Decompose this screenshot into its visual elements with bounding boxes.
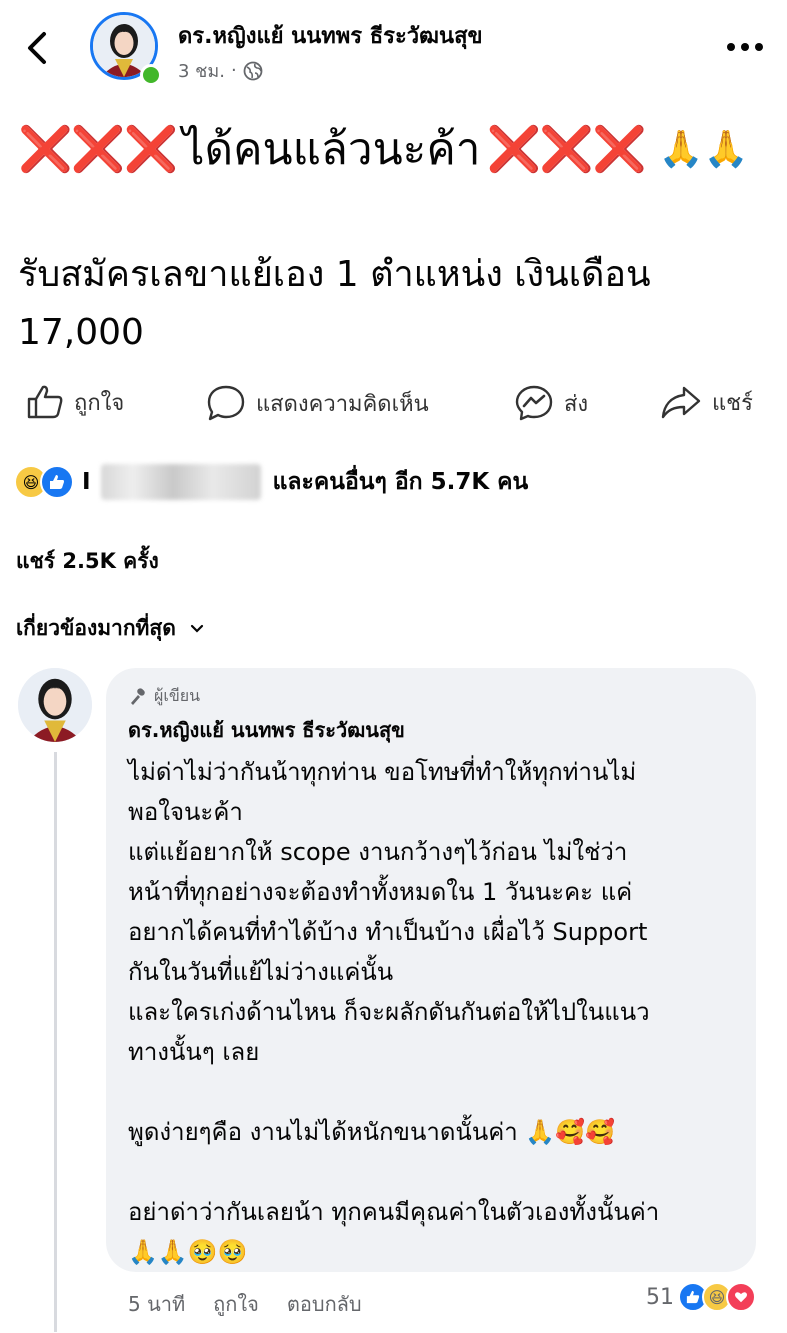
comment-line: และใครเก่งด้านไหน ก็จะผลักดันกันต่อให้ไป… — [128, 998, 650, 1026]
microphone-icon — [131, 687, 145, 705]
post-time[interactable]: 3 ชม. — [178, 56, 225, 85]
comment-line: อยากได้คนที่ทำได้บ้าง ทำเป็นบ้าง เผื่อไว… — [128, 918, 648, 946]
avatar-portrait — [18, 668, 92, 742]
comment-line: ทางนั้นๆ เลย — [128, 1038, 260, 1066]
comment-sort-dropdown[interactable]: เกี่ยวข้องมากที่สุด — [16, 612, 204, 645]
comment-reaction-count: 51 — [646, 1284, 674, 1310]
globe-icon — [243, 61, 263, 80]
comment-text: ไม่ด่าไม่ว่ากันน้าทุกท่าน ขอโทษที่ทำให้ท… — [128, 752, 748, 1272]
send-button[interactable]: ส่ง — [514, 384, 588, 422]
comment-line: หน้าที่ทุกอย่างจะต้องทำทั้งหมดใน 1 วันนะ… — [128, 878, 633, 906]
more-options-button[interactable] — [722, 32, 768, 62]
reactor-name-initial: I — [82, 469, 91, 495]
like-icon — [40, 465, 74, 499]
comment-author-name[interactable]: ดร.หญิงแย้ นนทพร ธีระวัฒนสุข — [128, 714, 405, 746]
messenger-icon — [515, 385, 553, 421]
comment-reactions[interactable]: 51 😆 — [646, 1282, 756, 1312]
red-x-emoji-left: ❌❌❌ — [18, 124, 178, 175]
comment-line-simple: พูดง่ายๆคือ งานไม่ได้หนักขนาดนั้นค่า 🙏🥰🥰 — [128, 1118, 616, 1146]
like-label: ถูกใจ — [74, 390, 125, 416]
chevron-down-icon — [190, 624, 203, 633]
meta-separator: · — [230, 60, 237, 81]
author-badge-label: ผู้เขียน — [154, 686, 201, 705]
red-x-emoji-right: ❌❌❌ — [486, 124, 646, 175]
comment-line: แต่แย้อยากให้ scope งานกว้างๆไว้ก่อน ไม่… — [128, 838, 628, 866]
comment-bubble-icon — [207, 385, 245, 421]
post-body-line-2: 17,000 — [18, 312, 144, 353]
reaction-summary[interactable]: 😆 I และคนอื่นๆ อีก 5.7K คน — [14, 464, 528, 500]
comment-line: กันในวันที่แย้ไม่ว่างแค่นั้น — [128, 958, 394, 986]
share-button[interactable]: แชร์ — [660, 384, 753, 420]
online-status-dot — [140, 64, 162, 86]
author-badge: ผู้เขียน — [128, 684, 200, 709]
more-dots-icon — [727, 43, 763, 51]
comment-line: ไม่ด่าไม่ว่ากันน้าทุกท่าน ขอโทษที่ทำให้ท… — [128, 758, 637, 786]
comment-footer: 5 นาที ถูกใจ ตอบกลับ — [128, 1288, 362, 1320]
others-text: และคนอื่นๆ อีก 5.7K คน — [272, 469, 529, 495]
share-label: แชร์ — [712, 390, 753, 416]
pray-emoji: 🙏🙏 — [658, 129, 749, 170]
sort-label: เกี่ยวข้องมากที่สุด — [16, 616, 176, 640]
back-button[interactable] — [20, 28, 56, 68]
commenter-avatar[interactable] — [18, 668, 92, 742]
like-button[interactable]: ถูกใจ — [26, 384, 124, 420]
comment-button[interactable]: แสดงความคิดเห็น — [206, 384, 429, 422]
thumbs-up-icon — [27, 385, 63, 419]
share-count[interactable]: แชร์ 2.5K ครั้ง — [16, 545, 159, 578]
post-author-name[interactable]: ดร.หญิงแย้ นนทพร ธีระวัฒนสุข — [178, 18, 483, 53]
chevron-left-icon — [28, 32, 46, 64]
thread-line — [54, 752, 57, 1332]
blurred-name — [100, 464, 261, 500]
love-icon — [726, 1282, 756, 1312]
post-headline: ❌❌❌ ได้คนแล้วนะค้า ❌❌❌ 🙏🙏 — [18, 114, 748, 184]
comment-closing-emoji: 🙏🙏🥹🥹 — [128, 1238, 248, 1266]
comment-line: พอใจนะค้า — [128, 798, 243, 826]
post-body: รับสมัครเลขาแย้เอง 1 ตำแหน่ง เงินเดือน 1… — [18, 246, 778, 362]
headline-text: ได้คนแล้วนะค้า — [182, 124, 481, 175]
share-arrow-icon — [661, 386, 701, 419]
comment-reply-button[interactable]: ตอบกลับ — [287, 1288, 362, 1320]
comment-line-closing: อย่าด่าว่ากันเลยน้า ทุกคนมีคุณค่าในตัวเอ… — [128, 1198, 660, 1226]
send-label: ส่ง — [564, 391, 589, 417]
comment-time[interactable]: 5 นาที — [128, 1288, 185, 1320]
post-body-line-1: รับสมัครเลขาแย้เอง 1 ตำแหน่ง เงินเดือน — [18, 254, 651, 295]
comment-label: แสดงความคิดเห็น — [256, 391, 429, 417]
post-meta: 3 ชม. · — [178, 56, 263, 85]
comment-like-button[interactable]: ถูกใจ — [213, 1288, 259, 1320]
